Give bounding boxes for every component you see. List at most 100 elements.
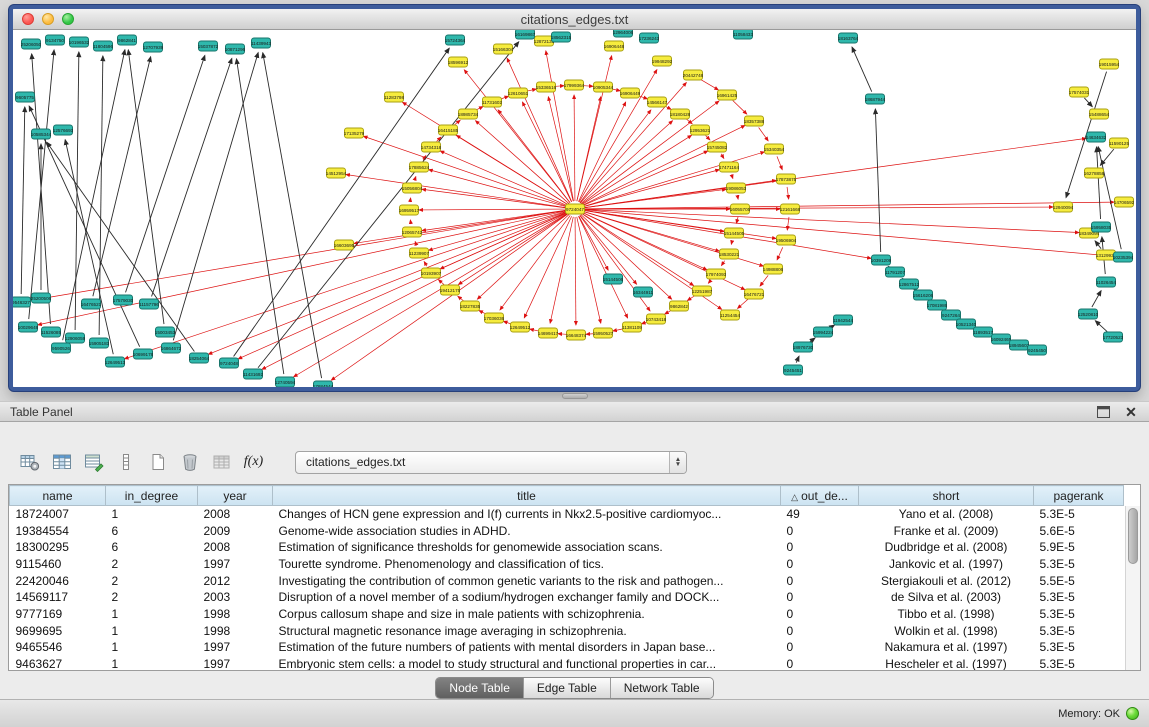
graph-edge[interactable] [737, 196, 738, 199]
graph-node[interactable]: 17684544 [313, 381, 334, 387]
graph-node[interactable]: 11026454 [1096, 277, 1117, 287]
column-header-pagerank[interactable]: pagerank [1034, 486, 1124, 506]
graph-node[interactable]: 15950527 [593, 328, 614, 338]
graph-node[interactable]: 12649513 [105, 357, 126, 367]
graph-edge[interactable] [173, 53, 258, 341]
graph-node[interactable]: 9862841 [118, 35, 137, 45]
graph-node[interactable]: 25206050 [21, 39, 42, 49]
table-cell[interactable]: 14569117 [10, 589, 106, 606]
graph-node[interactable]: 16476521 [81, 299, 102, 309]
graph-node[interactable]: 14566147 [647, 97, 668, 107]
table-cell[interactable]: 1 [106, 506, 198, 523]
table-cell[interactable]: 5.5E-5 [1034, 572, 1124, 589]
table-row[interactable]: 946554611997Estimation of the future num… [10, 639, 1124, 656]
column-header-short[interactable]: short [859, 486, 1034, 506]
table-cell[interactable]: 18300295 [10, 539, 106, 556]
graph-node[interactable]: 14512954 [326, 168, 347, 178]
graph-node[interactable]: 12740594 [275, 377, 296, 387]
graph-node[interactable]: 11439943 [251, 38, 272, 48]
graph-node[interactable]: 17036036 [484, 313, 505, 323]
table-cell[interactable]: Changes of HCN gene expression and I(f) … [273, 506, 781, 523]
close-window-button[interactable] [22, 13, 34, 25]
graph-node[interactable]: 9590526 [52, 343, 71, 353]
new-document-button[interactable] [144, 449, 171, 475]
table-cell[interactable]: 1 [106, 606, 198, 623]
table-cell[interactable]: Estimation of the future numbers of pati… [273, 639, 781, 656]
tab-network-table[interactable]: Network Table [610, 678, 713, 698]
graph-edge[interactable] [403, 102, 569, 205]
graph-node[interactable]: 12251987 [692, 286, 713, 296]
graph-node[interactable]: 12940094 [1053, 202, 1074, 212]
graph-node[interactable]: 12610651 [508, 88, 529, 98]
graph-node[interactable]: 10743418 [646, 314, 667, 324]
table-cell[interactable]: Corpus callosum shape and size in male p… [273, 606, 781, 623]
graph-edge[interactable] [579, 216, 608, 270]
graph-edge[interactable] [852, 47, 872, 92]
graph-edge[interactable] [581, 214, 672, 299]
graph-node[interactable]: 16278858 [1084, 168, 1105, 178]
table-cell[interactable]: 6 [106, 539, 198, 556]
table-cell[interactable]: 1997 [198, 556, 273, 573]
graph-node[interactable]: 11791207 [885, 267, 906, 277]
graph-edge[interactable] [415, 176, 416, 180]
graph-node[interactable]: 17471164 [719, 162, 740, 172]
table-row[interactable]: 969969511998Structural magnetic resonanc… [10, 622, 1124, 639]
graph-node[interactable]: 12867512 [899, 279, 920, 289]
graph-edge[interactable] [738, 299, 748, 308]
graph-edge[interactable] [548, 97, 573, 201]
table-row[interactable]: 977716911998Corpus callosum shape and si… [10, 606, 1124, 623]
table-cell[interactable]: Franke et al. (2009) [859, 522, 1034, 539]
graph-node[interactable]: 15958035 [1091, 222, 1112, 232]
graph-node[interactable]: 9247264 [942, 310, 961, 320]
graph-node[interactable]: 15616206 [913, 290, 934, 300]
graph-node[interactable]: 16055705 [730, 204, 751, 214]
graph-edge[interactable] [475, 121, 569, 204]
graph-node[interactable]: 16476721 [744, 289, 765, 299]
graph-edge[interactable] [732, 175, 733, 179]
table-cell[interactable]: Dudbridge et al. (2008) [859, 539, 1034, 556]
graph-edge[interactable] [429, 211, 568, 250]
graph-edge[interactable] [1084, 98, 1092, 107]
table-cell[interactable]: 5.3E-5 [1034, 656, 1124, 671]
graph-node[interactable]: 12520810 [1078, 309, 1099, 319]
table-cell[interactable]: 5.6E-5 [1034, 522, 1124, 539]
graph-node[interactable]: 16961425 [717, 90, 738, 100]
graph-node[interactable]: 15144505 [724, 228, 745, 238]
panel-splitter[interactable] [0, 391, 1149, 401]
table-cell[interactable]: Hescheler et al. (1997) [859, 656, 1034, 671]
graph-node[interactable]: 16906449 [620, 88, 641, 98]
graph-node[interactable]: 17720523 [1103, 332, 1124, 342]
graph-node[interactable]: 9724048 [220, 358, 239, 368]
table-row[interactable]: 2242004622012Investigating the contribut… [10, 572, 1124, 589]
graph-edge[interactable] [706, 136, 710, 140]
graph-node[interactable]: 15340354 [764, 144, 785, 154]
graph-node[interactable]: 15724364 [445, 35, 466, 45]
graph-node[interactable]: 16415185 [438, 125, 459, 135]
table-cell[interactable]: 5.9E-5 [1034, 539, 1124, 556]
graph-edge[interactable] [721, 154, 724, 159]
graph-node[interactable]: 10871296 [225, 44, 246, 54]
graph-edge[interactable] [258, 42, 519, 368]
graph-edge[interactable] [422, 210, 567, 230]
graph-node[interactable]: 18976730 [793, 342, 814, 352]
graph-edge[interactable] [65, 140, 113, 354]
graph-edge[interactable] [438, 280, 444, 285]
table-cell[interactable]: 2 [106, 572, 198, 589]
table-cell[interactable]: 5.3E-5 [1034, 639, 1124, 656]
graph-edge[interactable] [236, 59, 283, 374]
graph-node[interactable]: 15336516 [536, 82, 557, 92]
graph-node[interactable]: 18254064 [189, 353, 210, 363]
table-cell[interactable]: 0 [781, 606, 859, 623]
tab-node-table[interactable]: Node Table [436, 678, 523, 698]
graph-node[interactable]: 9605775 [16, 92, 35, 102]
graph-node[interactable]: 11239907 [409, 248, 430, 258]
vertical-scrollbar[interactable] [1125, 506, 1140, 670]
graph-node[interactable]: 18530221 [719, 249, 740, 259]
graph-edge[interactable] [124, 212, 567, 359]
graph-node[interactable]: 16344911 [633, 287, 654, 297]
graph-edge[interactable] [550, 217, 573, 323]
graph-node[interactable]: 14699417 [538, 328, 559, 338]
table-cell[interactable]: 2009 [198, 522, 273, 539]
graph-node[interactable]: 17974093 [706, 269, 727, 279]
column-header-out_de[interactable]: △out_de... [781, 486, 859, 506]
